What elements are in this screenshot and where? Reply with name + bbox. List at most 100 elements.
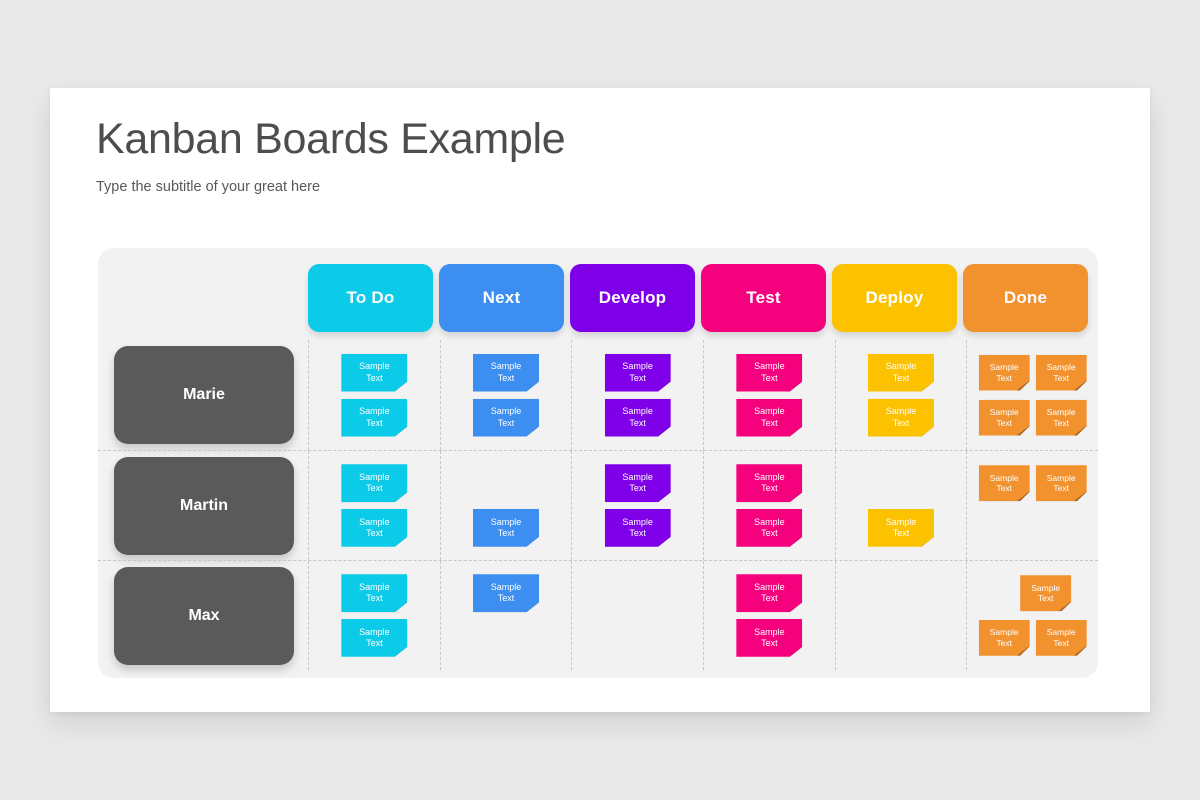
person-cell: Martin [98,451,308,560]
column-header-next[interactable]: Next [439,264,564,332]
slide-canvas: Kanban Boards Example Type the subtitle … [50,88,1150,712]
sticky-note-line-1: Sample [490,582,522,592]
sticky-note-line-1: Sample [622,472,653,482]
sticky-note[interactable]: Sample Text [604,398,671,437]
sticky-note-line-2: Text [366,637,383,648]
sticky-note[interactable]: Sample Text [1035,354,1087,391]
sticky-note[interactable]: Sample Text [978,619,1030,656]
board-cell-marie-test: Sample Text Sample Text [703,340,835,450]
sticky-note-line-2: Text [892,527,910,538]
sticky-note[interactable]: Sample Text [736,618,803,657]
sticky-note[interactable]: Sample Text [473,353,539,392]
note-slot: Sample Text [572,395,703,440]
folded-corner-icon [394,492,408,503]
folded-corner-icon [1073,491,1087,502]
note-slot: Sample Text [309,395,440,440]
sticky-note[interactable]: Sample Text [604,464,671,503]
sticky-note-line-2: Text [996,483,1012,494]
sticky-note[interactable]: Sample Text [868,353,935,392]
board-cell-max-deploy: SampleTextSampleText [834,561,967,670]
sticky-note[interactable]: Sample Text [341,574,408,613]
sticky-note-line-1: Sample [622,406,653,417]
person-chip-max[interactable]: Max [114,566,294,665]
folded-corner-icon [1073,645,1087,656]
person-chip-martin[interactable]: Martin [114,456,294,555]
sticky-note[interactable]: Sample Text [736,464,803,503]
column-header-done[interactable]: Done [963,264,1088,332]
folded-corner-icon [657,381,671,392]
sticky-note[interactable]: Sample Text [473,574,539,613]
note-slot: Sample Text [704,571,835,616]
sticky-note-line-2: Text [761,372,778,383]
sticky-note[interactable]: Sample Text [736,574,803,613]
sticky-note[interactable]: Sample Text [1035,619,1087,656]
sticky-note[interactable]: Sample Text [473,508,539,547]
sticky-note[interactable]: Sample Text [736,398,803,437]
sticky-note-line-1: Sample [989,361,1019,372]
sticky-note-line-1: Sample [359,582,390,592]
note-slot: Sample Text [704,395,835,440]
sticky-note-line-2: Text [366,593,383,604]
sticky-note-line-1: Sample [754,361,785,372]
sticky-note[interactable]: Sample Text [736,508,803,547]
folded-corner-icon [921,426,935,437]
sticky-note[interactable]: Sample Text [341,353,408,392]
folded-corner-icon [657,426,671,437]
note-slot: Sample Text [836,395,967,440]
sticky-note[interactable]: Sample Text [341,464,408,503]
folded-corner-icon [526,602,539,613]
sticky-note[interactable]: Sample Text [868,508,935,547]
title-block: Kanban Boards Example Type the subtitle … [96,115,566,195]
sticky-note[interactable]: Sample Text [341,398,408,437]
sticky-note[interactable]: Sample Text [1020,575,1072,612]
sticky-note[interactable]: Sample Text [341,508,408,547]
person-chip-marie[interactable]: Marie [114,346,294,444]
sticky-note-line-1: Sample [754,626,785,637]
column-header-to-do[interactable]: To Do [308,264,433,332]
column-header-test[interactable]: Test [701,264,826,332]
sticky-note-line-2: Text [761,637,778,648]
sticky-note-line-1: Sample [989,472,1019,483]
sticky-note[interactable]: Sample Text [978,399,1030,436]
column-header-develop[interactable]: Develop [570,264,695,332]
sticky-note[interactable]: Sample Text [978,465,1030,502]
note-slot: Sample Text [441,350,572,395]
folded-corner-icon [526,381,539,392]
note-slot: Sample Text Sample Text [967,461,1098,506]
folded-corner-icon [1016,380,1030,391]
kanban-grid-body: Marie Sample Text Sample Text Sample Text Sampl… [98,340,1098,670]
sticky-note[interactable]: Sample Text [604,353,671,392]
sticky-note-line-1: Sample [885,406,917,417]
note-slot: Sample Text Sample Text [967,616,1098,661]
sticky-note-line-1: Sample [989,406,1019,417]
sticky-note-line-2: Text [366,372,383,383]
sticky-note[interactable]: Sample Text [868,398,935,437]
sticky-note-line-1: Sample [622,516,653,527]
sticky-note-line-2: Text [761,483,778,494]
note-slot: Sample Text [309,461,440,506]
kanban-board: To Do Next Develop Test Deploy Done Marie Samp… [98,248,1098,678]
sticky-note[interactable]: Sample Text [978,354,1030,391]
sticky-note-line-1: Sample [754,406,785,417]
board-row: Martin Sample Text Sample Text Sample Text Samp… [98,450,1098,560]
sticky-note[interactable]: Sample Text [736,353,803,392]
sticky-note-line-1: Sample [1046,627,1076,638]
column-header-deploy[interactable]: Deploy [832,264,957,332]
folded-corner-icon [789,492,803,503]
sticky-note[interactable]: Sample Text [1035,399,1087,436]
sticky-note[interactable]: Sample Text [1035,465,1087,502]
sticky-note-line-1: Sample [754,582,785,592]
board-cell-max-test: Sample Text Sample Text [703,561,835,670]
sticky-note-line-2: Text [497,372,515,383]
folded-corner-icon [1073,380,1087,391]
folded-corner-icon [657,536,671,547]
note-slot: Sample Text [967,571,1098,616]
folded-corner-icon [394,426,408,437]
board-cell-martin-deploy: SampleTextSampleText [834,451,967,560]
sticky-note[interactable]: Sample Text [604,508,671,547]
sticky-note-line-2: Text [629,417,646,428]
sticky-note[interactable]: Sample Text [473,398,539,437]
sticky-note-line-1: Sample [359,361,390,372]
sticky-note[interactable]: Sample Text [341,618,408,657]
folded-corner-icon [657,492,671,503]
